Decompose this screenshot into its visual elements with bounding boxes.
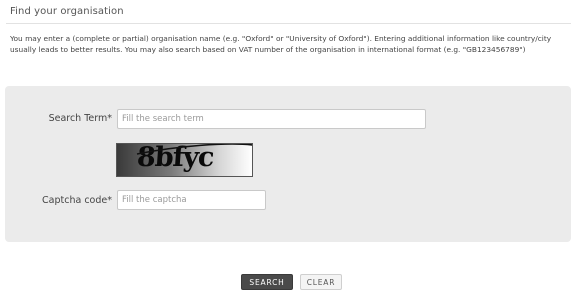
clear-button[interactable]: CLEAR [300,274,342,290]
search-button[interactable]: SEARCH [241,274,293,290]
captcha-image: 8bfyc [116,143,253,177]
captcha-input[interactable] [117,190,266,210]
captcha-noise-line [136,144,252,155]
captcha-label: Captcha code* [42,195,112,206]
title-divider [6,23,571,24]
page-title: Find your organisation [10,6,124,17]
search-term-input[interactable] [117,109,426,129]
search-term-label: Search Term* [48,113,112,124]
help-text: You may enter a (complete or partial) or… [10,34,552,54]
